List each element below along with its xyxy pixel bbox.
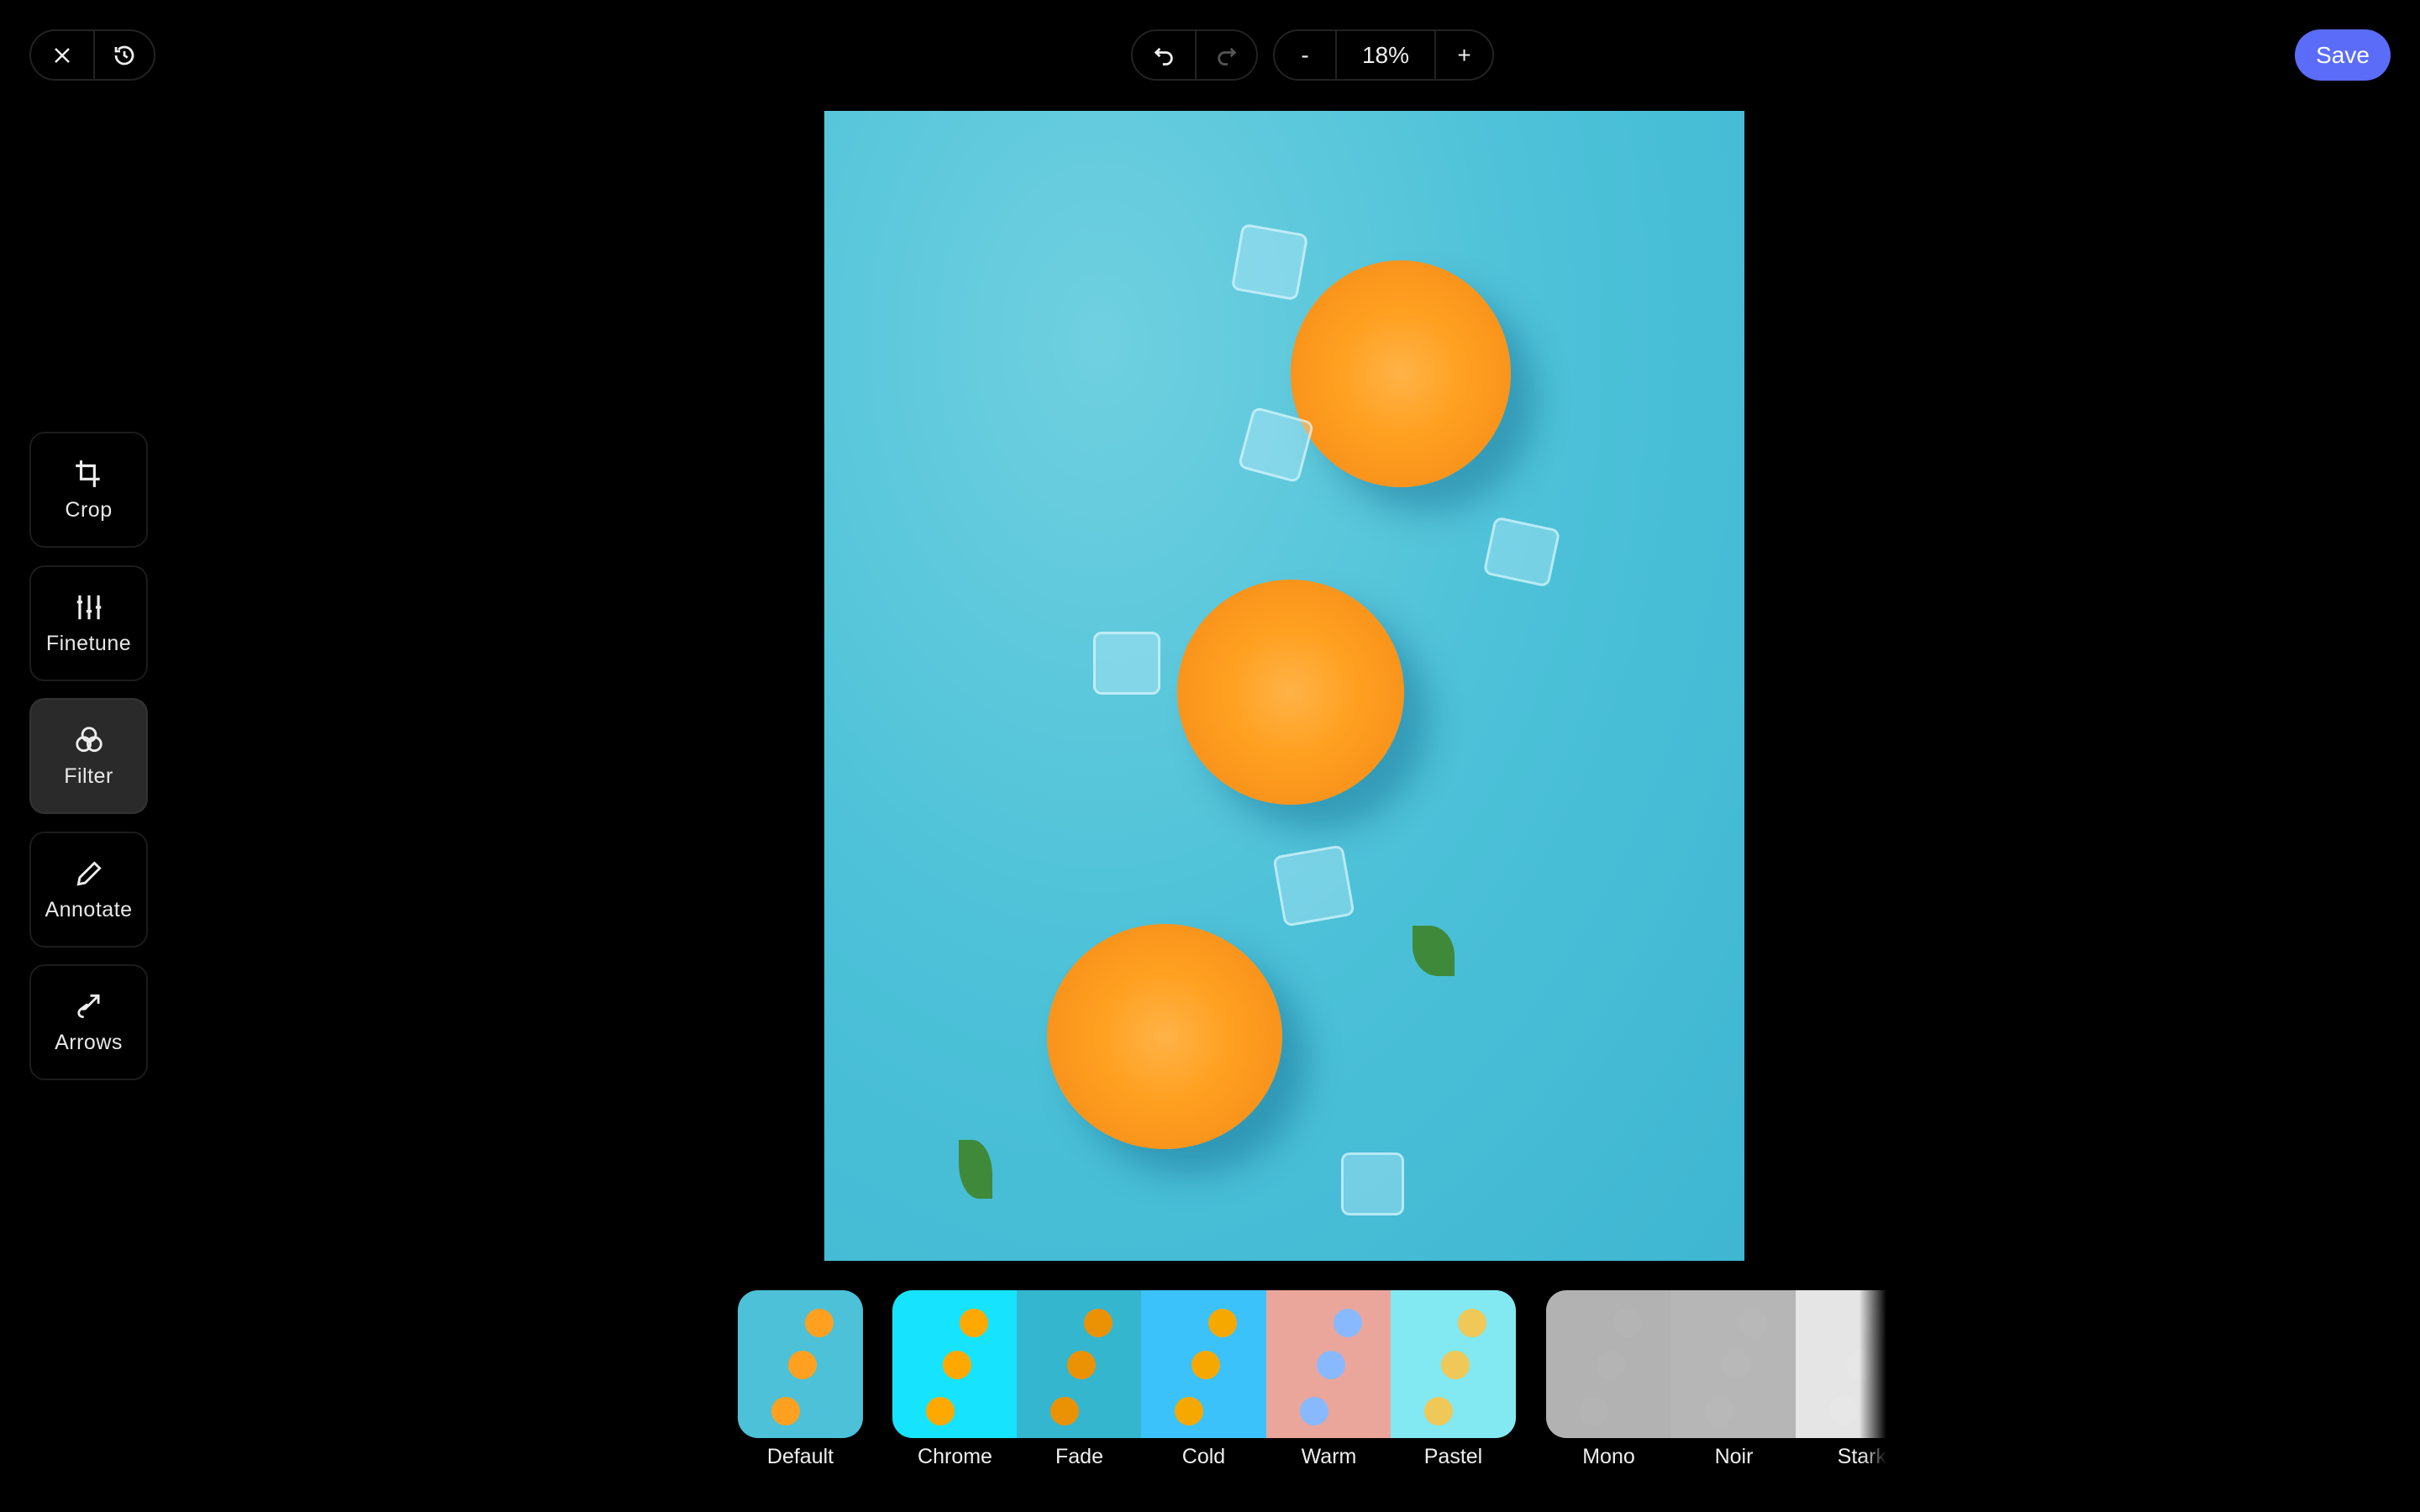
orange-preview xyxy=(943,1351,971,1379)
tool-finetune[interactable]: Finetune xyxy=(29,565,148,681)
ice-cube xyxy=(1341,1152,1404,1215)
tool-crop[interactable]: Crop xyxy=(29,432,148,548)
orange-preview xyxy=(1192,1351,1220,1379)
orange-preview xyxy=(1317,1351,1345,1379)
orange-preview xyxy=(1863,1309,1886,1337)
tool-label: Finetune xyxy=(45,631,132,655)
tool-label: Annotate xyxy=(45,897,133,921)
zoom-out-button[interactable]: - xyxy=(1275,31,1335,79)
filter-label: Chrome xyxy=(918,1445,992,1468)
tool-label: Filter xyxy=(64,764,113,788)
filter-thumb-fade[interactable] xyxy=(1017,1290,1142,1438)
orange-slice xyxy=(1177,580,1404,805)
close-button[interactable] xyxy=(31,31,93,79)
filter-thumb-noir[interactable] xyxy=(1671,1290,1797,1438)
crop-icon xyxy=(75,459,100,487)
redo-icon xyxy=(1217,47,1236,66)
sliders-icon xyxy=(76,595,101,619)
orange-preview xyxy=(771,1397,800,1425)
tool-annotate[interactable]: Annotate xyxy=(29,832,148,948)
filter-label: Pastel xyxy=(1423,1445,1483,1468)
filter-thumb-cold[interactable] xyxy=(1141,1290,1266,1438)
orange-slice xyxy=(1047,924,1282,1149)
orange-preview xyxy=(1613,1309,1642,1337)
filter-label: Noir xyxy=(1714,1445,1754,1468)
tool-filter[interactable]: Filter xyxy=(29,698,148,814)
orange-preview xyxy=(1829,1397,1858,1425)
zoom-controls: - 18% + xyxy=(1273,29,1494,81)
orange-preview xyxy=(1739,1309,1767,1337)
mint-leaf xyxy=(959,1140,992,1199)
orange-preview xyxy=(926,1397,955,1425)
history-controls xyxy=(29,29,155,81)
tool-arrows[interactable]: Arrows xyxy=(29,964,148,1080)
orange-preview xyxy=(1846,1351,1875,1379)
redo-button[interactable] xyxy=(1195,31,1256,79)
undo-button[interactable] xyxy=(1133,31,1195,79)
ice-cube xyxy=(1272,844,1355,927)
filter-label: Stark xyxy=(1837,1445,1886,1468)
undo-redo-controls xyxy=(1131,29,1258,81)
ice-cube xyxy=(1482,516,1561,588)
undo-icon xyxy=(1154,47,1173,66)
mint-leaf xyxy=(1413,926,1455,976)
orange-preview xyxy=(1175,1397,1203,1425)
orange-preview xyxy=(1067,1351,1096,1379)
revert-button[interactable] xyxy=(93,31,154,79)
filter-label: Default xyxy=(766,1445,834,1468)
zoom-level-button[interactable]: 18% xyxy=(1335,31,1434,79)
orange-preview xyxy=(1722,1351,1750,1379)
filter-thumb-default[interactable] xyxy=(738,1290,863,1438)
pencil-icon xyxy=(76,860,102,885)
zoom-level: 18% xyxy=(1358,43,1413,67)
orange-preview xyxy=(1300,1397,1328,1425)
ice-cube xyxy=(1230,223,1309,302)
filter-label: Mono xyxy=(1582,1445,1635,1468)
filter-label: Fade xyxy=(1055,1445,1103,1468)
orange-preview xyxy=(1705,1397,1733,1425)
orange-preview xyxy=(805,1309,834,1337)
orange-preview xyxy=(1334,1309,1362,1337)
orange-preview xyxy=(1580,1397,1608,1425)
save-button[interactable]: Save xyxy=(2295,29,2391,81)
orange-preview xyxy=(1424,1397,1453,1425)
arrow-icon xyxy=(76,994,100,1018)
orange-preview xyxy=(1208,1309,1237,1337)
image-canvas[interactable] xyxy=(824,111,1744,1261)
orange-preview xyxy=(1441,1351,1470,1379)
tool-label: Arrows xyxy=(55,1030,123,1054)
orange-preview xyxy=(1050,1397,1079,1425)
filter-label: Warm xyxy=(1301,1445,1357,1468)
orange-preview xyxy=(1084,1309,1113,1337)
ice-cube xyxy=(1093,632,1160,695)
filter-thumb-pastel[interactable] xyxy=(1391,1290,1516,1438)
orange-preview xyxy=(1458,1309,1486,1337)
orange-preview xyxy=(788,1351,817,1379)
filter-label: Cold xyxy=(1181,1445,1226,1468)
orange-preview xyxy=(1597,1351,1625,1379)
orange-preview xyxy=(960,1309,988,1337)
zoom-in-button[interactable]: + xyxy=(1434,31,1492,79)
history-icon xyxy=(114,45,134,65)
orange-slice xyxy=(1291,260,1511,487)
filter-circles-icon xyxy=(75,726,103,752)
close-icon xyxy=(55,47,70,63)
tool-label: Crop xyxy=(65,497,113,522)
filter-thumb-mono[interactable] xyxy=(1546,1290,1671,1438)
filter-thumb-warm[interactable] xyxy=(1266,1290,1392,1438)
filter-thumb-chrome[interactable] xyxy=(892,1290,1018,1438)
filter-thumb-stark[interactable] xyxy=(1796,1290,1886,1438)
